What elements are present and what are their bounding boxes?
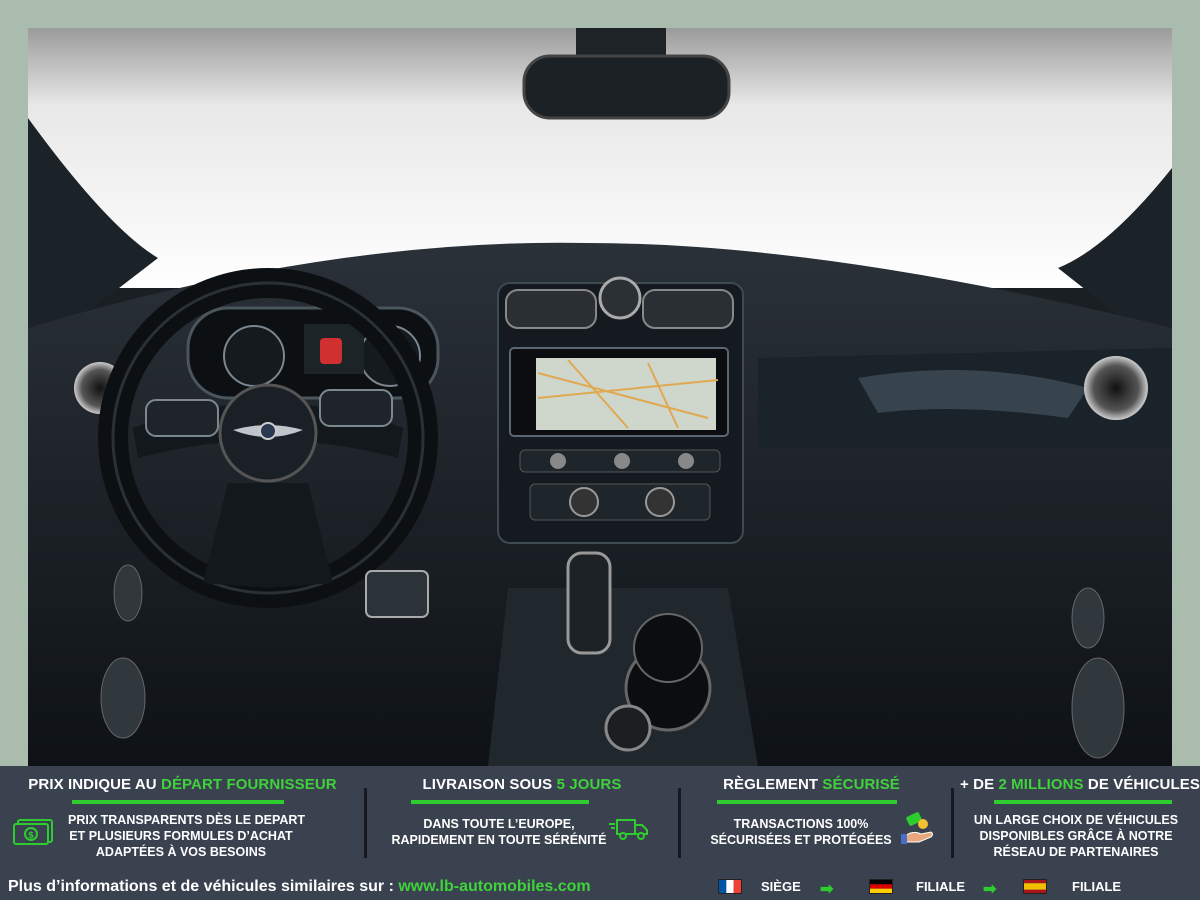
location-label: SIÈGE bbox=[761, 879, 801, 894]
banner-col-vehicles-text: UN LARGE CHOIX DE VÉHICULES DISPONIBLES … bbox=[973, 813, 1179, 859]
svg-text:$: $ bbox=[28, 831, 34, 841]
info-banner: PRIX INDIQUE AU DÉPART FOURNISSEUR $ PRI… bbox=[0, 766, 1200, 874]
banner-col-payment-underline bbox=[717, 800, 897, 804]
banner-col-price: PRIX INDIQUE AU DÉPART FOURNISSEUR $ PRI… bbox=[0, 766, 365, 874]
arrow-right-icon: ➡ bbox=[820, 881, 834, 898]
car-interior-photo bbox=[28, 28, 1172, 766]
banner-col-vehicles-underline bbox=[994, 800, 1172, 804]
banner-col-price-text: PRIX TRANSPARENTS DÈS LE DEPART ET PLUSI… bbox=[68, 813, 306, 859]
banner-col-delivery-underline bbox=[411, 800, 589, 804]
website-link[interactable]: www.lb-automobiles.com bbox=[398, 878, 590, 895]
germany-flag-icon bbox=[869, 879, 893, 894]
spain-flag-icon bbox=[1023, 879, 1047, 894]
delivery-truck-icon bbox=[609, 816, 649, 847]
banner-col-price-title: PRIX INDIQUE AU DÉPART FOURNISSEUR bbox=[28, 776, 337, 793]
location-label: FILIALE bbox=[916, 879, 966, 894]
footer-info: Plus d’informations et de véhicules simi… bbox=[8, 878, 591, 895]
banner-col-payment-title: RÈGLEMENT SÉCURISÉ bbox=[723, 776, 900, 793]
banner-col-payment: RÈGLEMENT SÉCURISÉ TRANSACTIONS 100% SÉC… bbox=[679, 766, 952, 874]
location-label: FILIALE bbox=[1072, 879, 1122, 894]
banner-col-payment-text: TRANSACTIONS 100% SÉCURISÉES ET PROTÉGÉE… bbox=[710, 817, 892, 847]
banner-col-delivery-text: DANS TOUTE L’EUROPE, RAPIDEMENT EN TOUTE… bbox=[391, 817, 607, 847]
banner-col-price-underline bbox=[72, 800, 284, 804]
banner-col-vehicles: + DE 2 MILLIONS DE VÉHICULES UN LARGE CH… bbox=[952, 766, 1200, 874]
france-flag-icon bbox=[718, 879, 742, 894]
arrow-right-icon: ➡ bbox=[983, 881, 997, 898]
banner-col-delivery-title: LIVRAISON SOUS 5 JOURS bbox=[422, 776, 622, 793]
money-icon: $ bbox=[12, 818, 54, 851]
banner-col-vehicles-title: + DE 2 MILLIONS DE VÉHICULES bbox=[960, 776, 1200, 793]
footer-bar: Plus d’informations et de véhicules simi… bbox=[0, 874, 1200, 900]
banner-col-delivery: LIVRAISON SOUS 5 JOURS DANS TOUTE L’EURO… bbox=[365, 766, 679, 874]
payment-hand-icon bbox=[901, 812, 937, 851]
